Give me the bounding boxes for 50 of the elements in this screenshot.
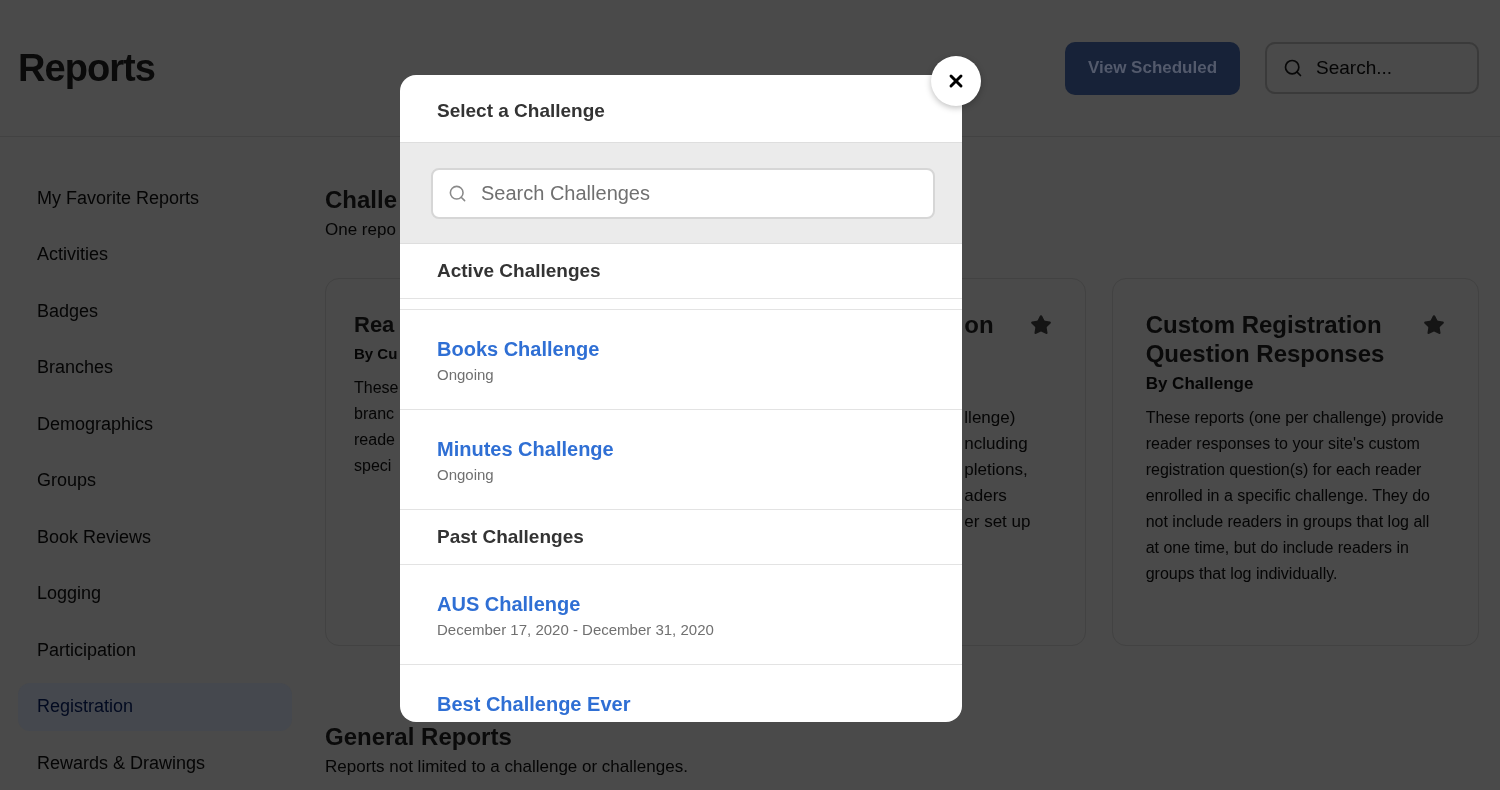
sidebar-item[interactable]: Groups: [18, 456, 292, 505]
challenge-dates: Ongoing: [437, 465, 494, 485]
sidebar-item[interactable]: Badges: [18, 287, 292, 335]
card-subtitle: By Challenge: [1145, 373, 1254, 395]
close-button[interactable]: [931, 56, 981, 106]
sidebar-item[interactable]: Registration: [18, 682, 292, 731]
section-title: General Reports: [325, 723, 512, 751]
star-icon[interactable]: [1029, 314, 1052, 336]
card-text: These: [354, 378, 399, 398]
sidebar-item[interactable]: Demographics: [18, 400, 292, 448]
card-title: Rea: [354, 311, 395, 339]
view-scheduled-button[interactable]: View Scheduled: [1065, 41, 1240, 95]
challenge-link[interactable]: AUS Challenge: [437, 592, 581, 616]
challenge-link[interactable]: Minutes Challenge: [437, 437, 614, 461]
sidebar-item[interactable]: Branches: [18, 343, 292, 392]
section-subtitle: Reports not limited to a challenge or challenges.: [325, 756, 688, 778]
group-heading: Active Challenges: [437, 258, 601, 283]
card-text: llenge): [964, 407, 1016, 429]
page-title: Reports: [18, 46, 155, 90]
card-text: er set up: [964, 511, 1031, 533]
card-description: These reports (one per challenge) provide reader responses to your site's custom registration question(s) for each reader enrolled in a specific challenge. They do not include readers in groups that log all at one time, but do include readers in groups that log individually.: [1145, 408, 1445, 584]
card-title: Custom Registration Question Responses: [1145, 310, 1386, 368]
card-text: speci: [354, 456, 392, 476]
challenge-search-field[interactable]: Search Challenges: [431, 168, 935, 219]
section-subtitle: One repo: [325, 219, 396, 241]
group-heading: Past Challenges: [437, 524, 584, 549]
search-icon: [1283, 58, 1303, 78]
search-icon: [448, 184, 467, 203]
sidebar-item[interactable]: Rewards & Drawings: [18, 739, 292, 787]
dialog-title: Select a Challenge: [437, 98, 605, 123]
card-text: pletions,: [964, 459, 1028, 481]
star-icon[interactable]: [1423, 314, 1445, 336]
sidebar-item[interactable]: Participation: [18, 626, 292, 674]
challenge-dates: December 17, 2020 - December 31, 2020: [437, 620, 714, 640]
sidebar-item[interactable]: Book Reviews: [18, 513, 292, 561]
challenge-link[interactable]: Books Challenge: [437, 337, 600, 361]
card-text: branc: [354, 404, 395, 424]
sidebar-item[interactable]: Logging: [18, 569, 292, 618]
search-field[interactable]: Search...: [1265, 42, 1479, 94]
section-title: Challe: [325, 186, 398, 214]
sidebar-item[interactable]: My Favorite Reports: [18, 174, 292, 222]
challenge-link[interactable]: Best Challenge Ever: [437, 692, 631, 716]
report-card[interactable]: [1111, 278, 1479, 646]
sidebar-item[interactable]: Activities: [18, 230, 292, 279]
card-text: ncluding: [964, 433, 1028, 455]
card-subtitle: By Cu: [354, 344, 398, 364]
card-text: reade: [354, 430, 395, 450]
challenge-dates: Ongoing: [437, 365, 494, 385]
card-title: on: [964, 310, 994, 339]
card-text: aders: [964, 485, 1007, 507]
